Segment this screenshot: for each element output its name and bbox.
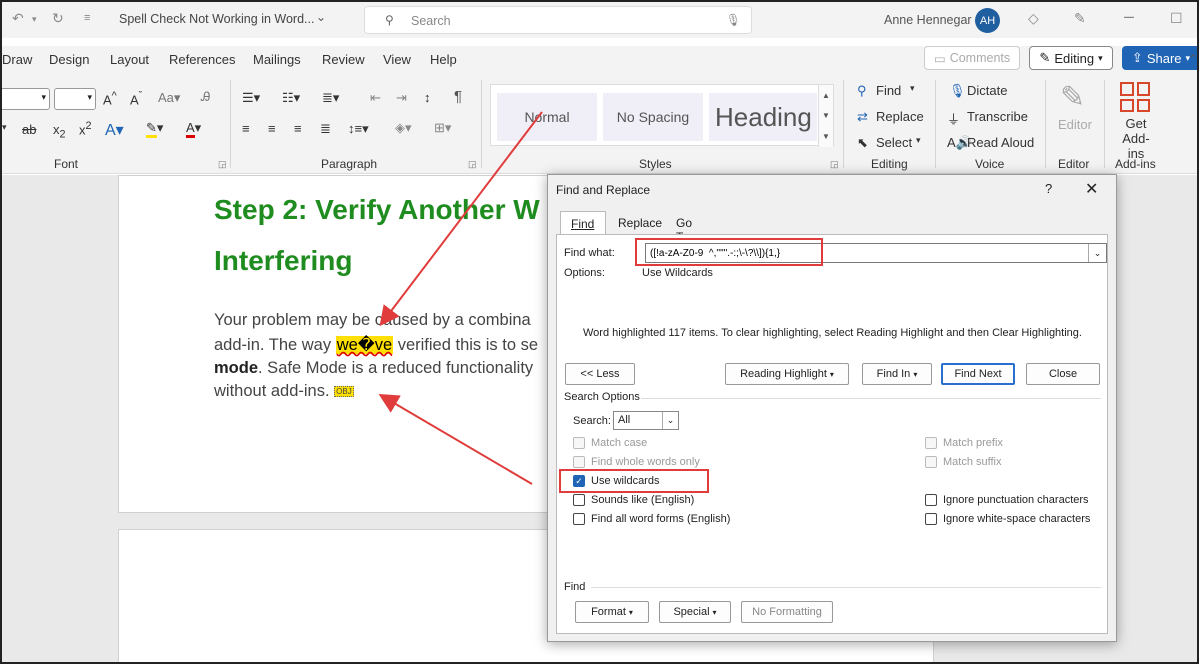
annotation-arrow — [378, 393, 533, 485]
match-prefix-label: Match prefix — [943, 437, 1003, 449]
annotation-box-use-wildcards — [559, 469, 709, 493]
tab-find[interactable]: Find — [560, 211, 606, 235]
tab-replace[interactable]: Replace — [608, 211, 672, 235]
all-word-forms-label: Find all word forms (English) — [591, 513, 731, 525]
whole-words-checkbox[interactable] — [573, 456, 585, 468]
ignore-whitespace-label: Ignore white-space characters — [943, 513, 1091, 525]
search-direction-value: All — [618, 414, 631, 426]
search-options-label: Search Options — [564, 391, 640, 403]
reading-highlight-button[interactable]: Reading Highlight ▾ — [725, 363, 849, 385]
find-replace-dialog: Find and Replace ? ✕ Find Replace Go To … — [547, 174, 1117, 642]
search-direction-select[interactable]: All ⌄ — [613, 411, 679, 430]
sounds-like-label: Sounds like (English) — [591, 494, 695, 506]
find-what-label: Find what: — [564, 247, 615, 259]
chevron-down-icon[interactable]: ⌄ — [1088, 244, 1106, 262]
all-word-forms-checkbox[interactable] — [573, 513, 585, 525]
whole-words-label: Find whole words only — [591, 456, 700, 468]
dialog-title: Find and Replace — [556, 183, 651, 197]
tab-goto[interactable]: Go To — [666, 211, 702, 244]
help-icon[interactable]: ? — [1045, 181, 1052, 196]
format-label: Format — [591, 606, 626, 618]
search-direction-label: Search: — [573, 415, 611, 427]
annotation-arrow — [379, 111, 543, 327]
find-section-label: Find — [564, 581, 586, 593]
special-label: Special — [673, 606, 710, 618]
ignore-punctuation-label: Ignore punctuation characters — [943, 494, 1089, 506]
divider — [591, 587, 1101, 588]
chevron-down-icon: ▾ — [628, 607, 633, 617]
match-suffix-label: Match suffix — [943, 456, 1002, 468]
find-next-button[interactable]: Find Next — [941, 363, 1015, 385]
chevron-down-icon: ▾ — [712, 607, 717, 617]
chevron-down-icon: ⌄ — [662, 412, 678, 429]
special-button[interactable]: Special ▾ — [659, 601, 731, 623]
match-prefix-checkbox[interactable] — [925, 437, 937, 449]
annotation-box-find-what — [635, 238, 823, 266]
sounds-like-checkbox[interactable] — [573, 494, 585, 506]
reading-highlight-label: Reading Highlight — [740, 368, 827, 380]
find-in-label: Find In — [876, 368, 911, 380]
format-button[interactable]: Format ▾ — [575, 601, 649, 623]
close-button[interactable]: Close — [1026, 363, 1100, 385]
chevron-down-icon: ▾ — [913, 369, 918, 379]
options-value: Use Wildcards — [642, 267, 713, 279]
no-formatting-button[interactable]: No Formatting — [741, 601, 833, 623]
match-case-checkbox[interactable] — [573, 437, 585, 449]
options-label: Options: — [564, 267, 605, 279]
match-case-label: Match case — [591, 437, 648, 449]
ignore-punctuation-checkbox[interactable] — [925, 494, 937, 506]
divider — [641, 398, 1101, 399]
close-icon[interactable]: ✕ — [1085, 179, 1098, 199]
chevron-down-icon: ▾ — [829, 369, 834, 379]
match-suffix-checkbox[interactable] — [925, 456, 937, 468]
tab-find-label: Find — [571, 217, 595, 231]
highlight-message: Word highlighted 117 items. To clear hig… — [583, 327, 1082, 339]
find-tab-panel: Find what: ⌄ Options: Use Wildcards Word… — [556, 234, 1108, 634]
word-window: ↶ ▾ ↻ ≡ Spell Check Not Working in Word.… — [0, 0, 1199, 664]
less-button[interactable]: << Less — [565, 363, 635, 385]
ignore-whitespace-checkbox[interactable] — [925, 513, 937, 525]
find-in-button[interactable]: Find In ▾ — [862, 363, 932, 385]
